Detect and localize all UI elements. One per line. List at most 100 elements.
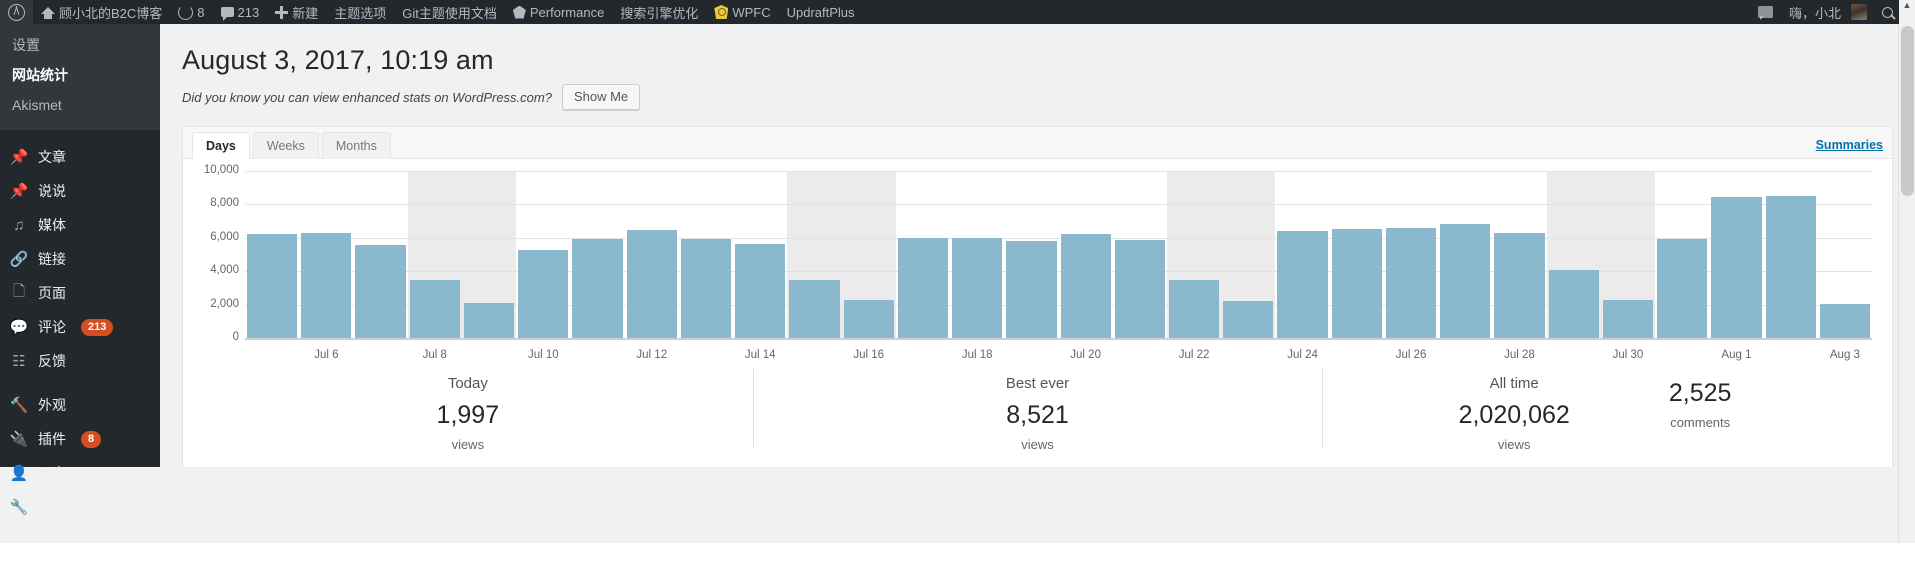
chart-bar-cell: [679, 171, 733, 338]
promo-row: Did you know you can view enhanced stats…: [182, 84, 1915, 110]
chart-bar[interactable]: [626, 230, 677, 338]
chart-bar[interactable]: [1440, 223, 1491, 338]
chart-bar[interactable]: [789, 279, 840, 338]
chart-bar-cell: [1709, 171, 1763, 338]
user-icon: 👤: [9, 465, 29, 482]
chart-bar[interactable]: [1114, 240, 1165, 338]
admin-bar-wpfc[interactable]: WPFC: [706, 0, 778, 24]
sidebar-divider-1: [0, 130, 160, 140]
chart-bar-cell: [1330, 171, 1384, 338]
admin-bar-new[interactable]: 新建: [267, 0, 326, 24]
sidebar-item-settings[interactable]: 设置: [0, 30, 160, 60]
admin-bar-git-docs-label: Git主题使用文档: [402, 5, 497, 21]
chart-bar[interactable]: [1168, 280, 1220, 338]
appearance-icon: 🔨: [9, 397, 29, 414]
chart-bar[interactable]: [572, 239, 623, 338]
admin-bar-site-name[interactable]: 顾小北的B2C博客: [33, 0, 170, 24]
chart-bar[interactable]: [735, 244, 786, 338]
chart-bar-cell: [1004, 171, 1058, 338]
chart-bar[interactable]: [355, 245, 406, 338]
tab-weeks[interactable]: Weeks: [252, 132, 319, 159]
sidebar-item-plugins[interactable]: 🔌 插件 8: [0, 422, 160, 456]
admin-bar-search-button[interactable]: [1875, 0, 1899, 24]
page-scrollbar[interactable]: [1898, 24, 1915, 567]
admin-bar-wpfc-label: WPFC: [732, 4, 771, 20]
chart-bar[interactable]: [952, 237, 1003, 338]
admin-bar-git-docs[interactable]: Git主题使用文档: [394, 0, 505, 24]
summaries-link[interactable]: Summaries: [1816, 138, 1883, 158]
admin-bar-wordpress-logo[interactable]: [0, 0, 33, 24]
chart-bar[interactable]: [1711, 196, 1762, 338]
sidebar-item-talks[interactable]: 📌 说说: [0, 174, 160, 208]
tab-days[interactable]: Days: [192, 132, 250, 159]
chart-bar[interactable]: [1494, 232, 1545, 338]
chart-bar[interactable]: [1819, 303, 1871, 338]
chart-bar[interactable]: [1223, 301, 1274, 338]
chart-bar[interactable]: [897, 237, 949, 338]
chart-bar[interactable]: [1385, 227, 1437, 338]
summary-stat: Best ever 8,521 views: [945, 373, 1131, 455]
sidebar-item-akismet[interactable]: Akismet: [0, 90, 160, 120]
admin-bar-notifications[interactable]: [1750, 0, 1781, 24]
sidebar-item-comments[interactable]: 💬 评论 213: [0, 310, 160, 344]
chart-bar[interactable]: [1060, 233, 1111, 338]
chart-bar[interactable]: [1657, 238, 1708, 338]
chart-bar[interactable]: [1006, 241, 1057, 338]
summary-stat-unit: views: [1021, 437, 1054, 452]
chart-bar-cell: [1275, 171, 1329, 338]
chart-bar[interactable]: [301, 233, 352, 338]
sidebar-item-links[interactable]: 🔗 链接: [0, 242, 160, 276]
sidebar-item-appearance-label: 外观: [38, 397, 66, 413]
summary-stat-label: Best ever: [1005, 375, 1070, 392]
admin-bar-seo-label: 搜索引擎优化: [620, 5, 699, 21]
chart-bar[interactable]: [1331, 228, 1382, 338]
chart-bar[interactable]: [463, 303, 515, 338]
sidebar-item-appearance[interactable]: 🔨 外观: [0, 388, 160, 422]
admin-bar-site-name-label: 顾小北的B2C博客: [59, 5, 163, 21]
sidebar-item-tools-label: 工具: [38, 499, 66, 515]
sidebar-item-posts[interactable]: 📌 文章: [0, 140, 160, 174]
show-me-button[interactable]: Show Me: [561, 84, 641, 110]
chart-bar-cell: [1601, 171, 1655, 338]
chart-bar[interactable]: [1548, 270, 1599, 338]
admin-bar-my-account[interactable]: 嗨，小北: [1781, 0, 1875, 24]
wordpress-logo-icon: [8, 3, 25, 21]
chart-bar[interactable]: [680, 238, 732, 338]
sidebar-item-pages[interactable]: 🗋 页面: [0, 276, 160, 310]
sidebar-item-users[interactable]: 👤 用户: [0, 456, 160, 490]
summary-stat-value: 1,997: [436, 401, 500, 429]
admin-bar-comments[interactable]: 213: [213, 0, 268, 24]
summary-stat: All time 2,020,062 views: [1421, 373, 1607, 455]
admin-bar-theme-options[interactable]: 主题选项: [326, 0, 394, 24]
tab-months[interactable]: Months: [321, 132, 391, 159]
admin-bar-seo[interactable]: 搜索引擎优化: [612, 0, 706, 24]
admin-bar-performance[interactable]: Performance: [505, 0, 612, 24]
scrollbar-up-arrow[interactable]: ▲: [1899, 0, 1915, 24]
updates-icon: [178, 4, 194, 20]
page-scrollbar-thumb[interactable]: [1901, 26, 1914, 196]
chart-bar[interactable]: [409, 280, 460, 338]
sidebar-item-settings-label: 设置: [12, 37, 40, 53]
admin-bar-updraftplus[interactable]: UpdraftPlus: [779, 0, 863, 24]
avatar: [1851, 4, 1867, 20]
sidebar-item-media[interactable]: ♫ 媒体: [0, 208, 160, 242]
chart-bar[interactable]: [247, 233, 298, 338]
chart-bar[interactable]: [1602, 300, 1654, 338]
chart-bars: [245, 171, 1872, 338]
sidebar-item-tools[interactable]: 🔧 工具: [0, 490, 160, 524]
chart-bar[interactable]: [1765, 196, 1816, 338]
sidebar-item-feedback[interactable]: ☷ 反馈: [0, 344, 160, 378]
chart-y-tick-label: 2,000: [210, 297, 239, 310]
chart-bar[interactable]: [518, 250, 569, 338]
chart-bar-cell: [1113, 171, 1167, 338]
chart-bar[interactable]: [1277, 231, 1328, 338]
chart-bar-cell: [1059, 171, 1113, 338]
chart-bar-cell: [570, 171, 624, 338]
chart-bar-cell: [842, 171, 896, 338]
sidebar-item-site-stats[interactable]: 网站统计: [0, 60, 160, 90]
admin-bar-updates[interactable]: 8: [170, 0, 212, 24]
chart-y-tick-label: 0: [232, 331, 239, 343]
media-icon: ♫: [13, 216, 25, 234]
chart-y-tick-label: 6,000: [210, 230, 239, 243]
chart-bar[interactable]: [843, 300, 894, 338]
